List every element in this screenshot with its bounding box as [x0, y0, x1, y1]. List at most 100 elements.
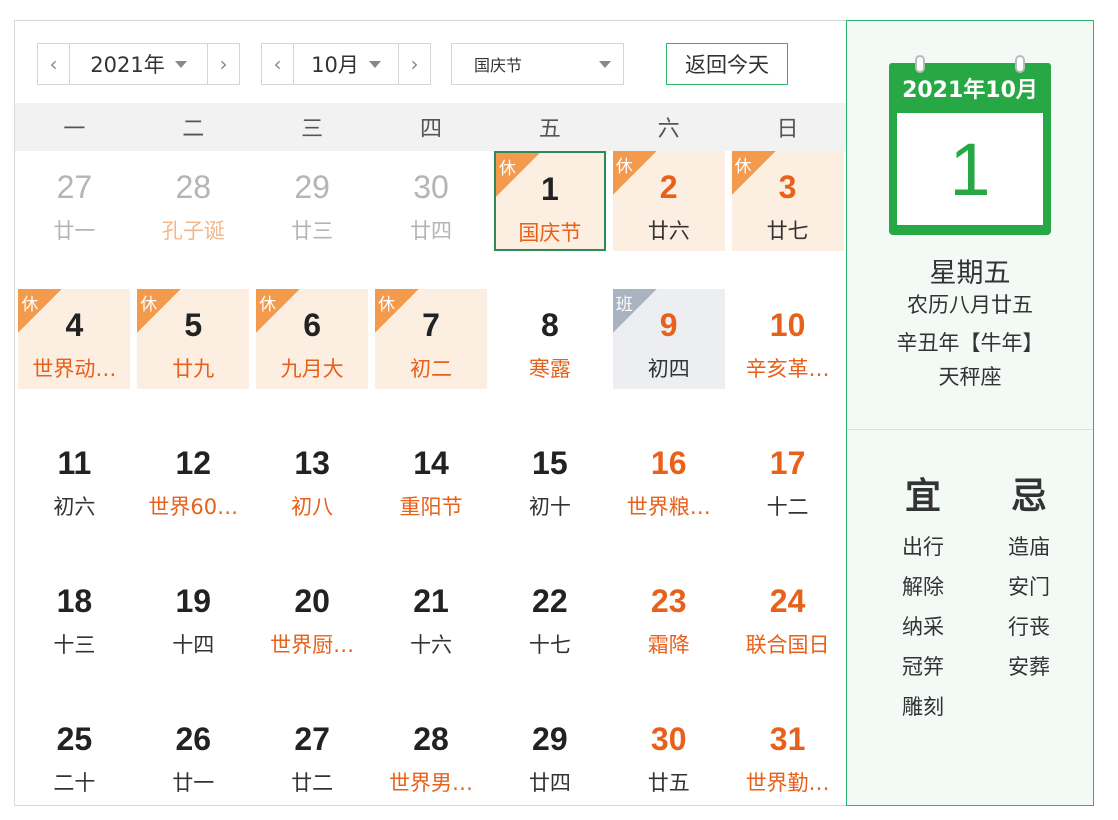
- day-number: 25: [56, 721, 93, 757]
- day-lunar-label: 国庆节: [518, 221, 582, 245]
- day-lunar-label: 十三: [53, 633, 96, 657]
- day-number: 16: [650, 445, 687, 481]
- holiday-dropdown[interactable]: 国庆节: [451, 43, 624, 85]
- day-cell[interactable]: 15 初十: [494, 427, 606, 527]
- day-cell[interactable]: 30 廿五: [613, 703, 725, 803]
- day-number: 9: [659, 307, 678, 343]
- day-cell[interactable]: 31 世界勤…: [732, 703, 844, 803]
- weekday-label: 四: [419, 117, 442, 142]
- day-number: 29: [294, 169, 330, 205]
- day-number: 28: [175, 169, 212, 205]
- year-dropdown[interactable]: 2021年: [70, 49, 207, 79]
- avoid-item: 安门: [1008, 575, 1050, 599]
- day-number: 13: [294, 445, 330, 481]
- day-number: 2: [659, 169, 678, 205]
- day-number: 8: [540, 307, 559, 343]
- binder-ring-icon: [915, 55, 925, 73]
- day-lunar-label: 廿三: [291, 219, 334, 243]
- day-cell[interactable]: 24 联合国日: [732, 565, 844, 665]
- detail-zodiac: 天秤座: [938, 365, 1002, 389]
- detail-ganzhi-year: 辛丑年【牛年】: [896, 331, 1044, 355]
- day-number: 14: [413, 445, 449, 481]
- day-lunar-label: 廿四: [528, 771, 571, 795]
- day-cell[interactable]: 10 辛亥革…: [732, 289, 844, 389]
- day-cell[interactable]: 28 世界男…: [375, 703, 487, 803]
- year-selector[interactable]: ‹ 2021年 ›: [37, 43, 240, 85]
- day-cell[interactable]: 16 世界粮…: [613, 427, 725, 527]
- day-cell[interactable]: 8 寒露: [494, 289, 606, 389]
- weekday-header: 一 二 三 四 五 六 日: [15, 103, 847, 151]
- avoid-list: 忌 造庙 安门 行丧 安葬: [979, 467, 1079, 687]
- day-lunar-label: 初四: [647, 357, 690, 381]
- day-cell[interactable]: 12 世界60…: [137, 427, 249, 527]
- month-dropdown[interactable]: 10月: [294, 49, 398, 79]
- day-detail-panel: 2021年10月 1 星期五 农历八月廿五 辛丑年【牛年】 天秤座 宜 出行 解…: [846, 20, 1094, 806]
- weekday-label: 日: [776, 117, 799, 142]
- day-number: 30: [650, 721, 687, 757]
- day-lunar-label: 十六: [410, 633, 452, 657]
- day-cell[interactable]: 休 1 国庆节: [493, 151, 606, 251]
- calendar-panel: ‹ 2021年 › ‹ 10月 › 国庆节 返回今天 一 二 三 四 五 六 日: [14, 20, 847, 806]
- day-cell[interactable]: 22 十七: [494, 565, 606, 665]
- day-cell[interactable]: 休 6 九月大: [256, 289, 369, 389]
- month-selector[interactable]: ‹ 10月 ›: [261, 43, 431, 85]
- day-cell[interactable]: 休 3 廿七: [731, 151, 844, 251]
- day-cell[interactable]: 29 廿三: [256, 151, 368, 251]
- day-cell[interactable]: 27 廿一: [18, 151, 130, 251]
- day-cell[interactable]: 休 2 廿六: [612, 151, 725, 251]
- day-cell[interactable]: 休 5 廿九: [137, 289, 250, 389]
- back-to-today-button[interactable]: 返回今天: [666, 43, 788, 85]
- divider: [847, 429, 1093, 430]
- next-year-button[interactable]: ›: [207, 44, 239, 84]
- next-month-button[interactable]: ›: [398, 44, 430, 84]
- day-lunar-label: 廿九: [172, 357, 215, 381]
- day-lunar-label: 十七: [528, 633, 571, 657]
- day-number: 21: [413, 583, 449, 619]
- day-cell[interactable]: 17 十二: [732, 427, 844, 527]
- day-cell[interactable]: 19 十四: [137, 565, 249, 665]
- day-number: 22: [532, 583, 568, 619]
- day-cell[interactable]: 休 7 初二: [375, 289, 487, 389]
- weekday-label: 一: [63, 117, 86, 142]
- prev-month-button[interactable]: ‹: [262, 44, 294, 84]
- day-number: 10: [769, 307, 806, 343]
- day-cell[interactable]: 23 霜降: [613, 565, 725, 665]
- day-number: 28: [413, 721, 449, 757]
- day-cell[interactable]: 21 十六: [375, 565, 487, 665]
- day-cell[interactable]: 14 重阳节: [375, 427, 487, 527]
- day-number: 19: [175, 583, 212, 619]
- prev-year-button[interactable]: ‹: [38, 44, 70, 84]
- day-cell[interactable]: 25 二十: [18, 703, 130, 803]
- day-cell[interactable]: 30 廿四: [375, 151, 487, 251]
- day-number: 4: [65, 307, 84, 343]
- day-cell[interactable]: 休 4 世界动…: [18, 289, 131, 389]
- day-lunar-label: 寒露: [528, 357, 571, 381]
- detail-month-header: 2021年10月: [889, 63, 1051, 113]
- calendar-toolbar: ‹ 2021年 › ‹ 10月 › 国庆节 返回今天: [15, 21, 847, 103]
- day-cell[interactable]: 11 初六: [18, 427, 130, 527]
- day-number: 11: [57, 445, 92, 481]
- day-cell[interactable]: 20 世界厨…: [256, 565, 368, 665]
- day-cell[interactable]: 28 孔子诞: [137, 151, 249, 251]
- suitable-item: 冠笄: [902, 655, 944, 679]
- day-lunar-label: 世界动…: [32, 357, 117, 381]
- day-number: 5: [184, 307, 203, 343]
- day-lunar-label: 十四: [172, 633, 215, 657]
- day-cell[interactable]: 班 9 初四: [612, 289, 725, 389]
- day-cell[interactable]: 26 廿一: [137, 703, 249, 803]
- day-number: 17: [769, 445, 806, 481]
- day-lunar-label: 廿一: [53, 219, 96, 243]
- detail-day-number: 1: [897, 113, 1043, 225]
- month-value: 10月: [311, 53, 359, 77]
- day-cell[interactable]: 13 初八: [256, 427, 368, 527]
- day-cell[interactable]: 18 十三: [18, 565, 130, 665]
- weekday-label: 六: [657, 117, 680, 142]
- day-lunar-label: 初八: [291, 495, 334, 519]
- day-lunar-label: 廿六: [647, 219, 690, 243]
- day-number: 1: [540, 171, 559, 207]
- day-cell[interactable]: 29 廿四: [494, 703, 606, 803]
- day-number: 29: [532, 721, 568, 757]
- day-cell[interactable]: 27 廿二: [256, 703, 368, 803]
- day-lunar-label: 世界粮…: [626, 495, 711, 519]
- chevron-right-icon: ›: [219, 52, 228, 76]
